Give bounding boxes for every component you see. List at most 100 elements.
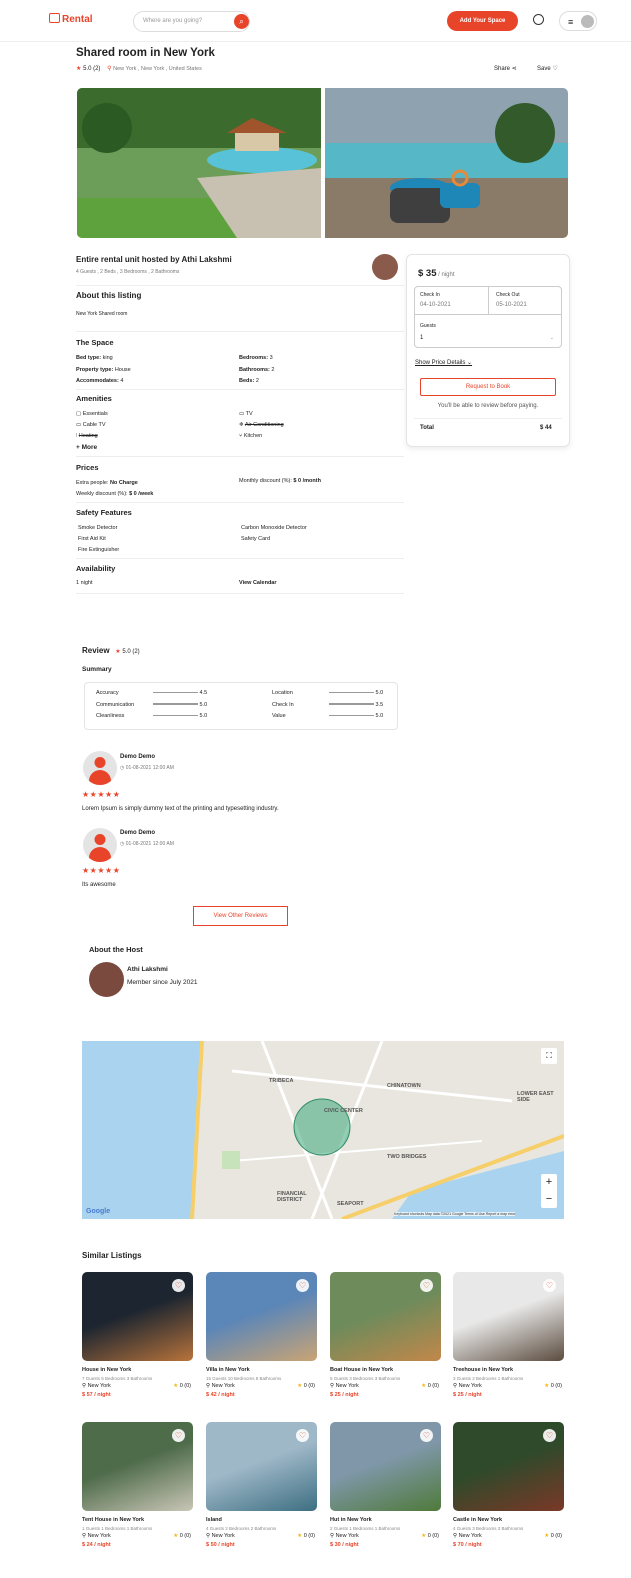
listing-image[interactable]: ♡	[82, 1272, 193, 1361]
host-line-title: Entire rental unit hosted by Athi Lakshm…	[76, 255, 232, 264]
divider	[76, 285, 404, 286]
view-other-reviews-button[interactable]: View Other Reviews	[193, 906, 288, 926]
listing-loc-row: ⚲ New York ★ 0 (0)	[82, 1533, 193, 1539]
summary-right: Location 5.0 Check In 3.5 Value 5.0	[272, 688, 392, 723]
chevron-down-icon: ⌄	[549, 335, 554, 341]
save-button[interactable]: Save ♡	[537, 65, 558, 72]
space-title: The Space	[76, 338, 114, 347]
listing-image[interactable]: ♡	[330, 1272, 441, 1361]
listing-card[interactable]: ♡ Villa in New York 15 Guests 10 Bedrooms …	[206, 1272, 317, 1412]
listing-location: New York	[335, 1383, 359, 1389]
review-text: Its awesome	[82, 882, 116, 888]
host-since: Member since July 2021	[127, 979, 198, 986]
zoom-in-button[interactable]: +	[541, 1174, 557, 1191]
listing-image[interactable]: ♡	[206, 1272, 317, 1361]
listing-price: $ 42 / night	[206, 1392, 235, 1398]
listing-location: New York , New York , United States	[113, 66, 202, 72]
user-menu-button[interactable]: ≡	[559, 11, 597, 31]
search-icon[interactable]: ⌕	[234, 14, 249, 29]
host-avatar[interactable]	[372, 254, 398, 280]
listing-photo-2[interactable]	[325, 88, 568, 238]
host-photo[interactable]	[89, 962, 124, 997]
divider	[76, 331, 404, 332]
guests-value: 1	[420, 335, 424, 341]
listing-card[interactable]: ♡ Castle in New York 4 Guests 3 Bedrooms 3…	[453, 1422, 564, 1562]
similar-listings-title: Similar Listings	[82, 1251, 142, 1260]
listing-name: House in New York	[82, 1367, 132, 1373]
checkout-field[interactable]: Check Out 05-10-2021	[496, 292, 527, 308]
heart-icon[interactable]: ♡	[420, 1429, 433, 1442]
divider	[76, 558, 404, 559]
space-row: Bed type: king	[76, 355, 113, 361]
snowflake-icon: ❄	[239, 422, 244, 428]
listing-card[interactable]: ♡ House in New York 7 Guests 5 Bedrooms 3 …	[82, 1272, 193, 1412]
share-button[interactable]: Share ⋖	[494, 65, 517, 72]
location-pin-icon: ⚲	[82, 1383, 87, 1389]
listing-image[interactable]: ♡	[206, 1422, 317, 1511]
more-amenities-button[interactable]: + More	[76, 442, 108, 453]
safety-item: Carbon Monoxide Detector	[241, 525, 307, 531]
space-row: Accommodates: 4	[76, 378, 124, 384]
listing-image[interactable]: ♡	[330, 1422, 441, 1511]
space-row: Bathrooms: 2	[239, 366, 275, 373]
checkin-field[interactable]: Check In 04-10-2021	[420, 292, 451, 308]
listing-location: New York	[335, 1533, 359, 1539]
listing-image[interactable]: ♡	[82, 1422, 193, 1511]
space-left: Bed type: king Property type: House Acco…	[76, 353, 131, 388]
logo[interactable]: Rental	[49, 13, 93, 25]
heart-icon[interactable]: ♡	[420, 1279, 433, 1292]
divider	[414, 418, 562, 419]
view-calendar-link[interactable]: View Calendar	[239, 580, 277, 586]
checkin-value: 04-10-2021	[420, 302, 451, 308]
star-icon: ★	[297, 1533, 303, 1539]
hamburger-icon: ≡	[568, 17, 574, 27]
listing-name: Boat House in New York	[330, 1367, 394, 1373]
listing-rating: ★ 0 (0)	[297, 1383, 315, 1389]
listing-location: New York	[211, 1383, 235, 1389]
availability-title: Availability	[76, 564, 116, 573]
star-icon: ★	[76, 66, 82, 72]
host-name: Athi Lakshmi	[127, 966, 168, 973]
request-to-book-button[interactable]: Request to Book	[420, 378, 556, 396]
listing-image[interactable]: ♡	[453, 1272, 564, 1361]
heart-icon[interactable]: ♡	[296, 1429, 309, 1442]
listing-name: Castle in New York	[453, 1517, 503, 1523]
zoom-out-button[interactable]: −	[541, 1191, 557, 1208]
listing-card[interactable]: ♡ Boat House in New York 5 Guests 3 Bedroo…	[330, 1272, 441, 1412]
summary-row: Location 5.0	[272, 690, 384, 696]
listing-card[interactable]: ♡ Tent House in New York 1 Guests 1 Bedroo…	[82, 1422, 193, 1562]
review-stars: ★★★★★	[82, 790, 121, 799]
listing-card[interactable]: ♡ Hut in New York 2 Guests 1 Bedrooms 1 Ba…	[330, 1422, 441, 1562]
amenities-left: ▢ Essentials ▭ Cable TV ⦙ Heating + More	[76, 409, 108, 453]
review-date: ◷ 01-08-2021 12:00 AM	[120, 841, 174, 847]
total-value: $ 44	[540, 425, 552, 431]
listing-rating: ★ 0 (0)	[297, 1533, 315, 1539]
chevron-down-icon: ⌄	[467, 360, 473, 366]
guests-select[interactable]: Guests 1 ⌄	[420, 323, 556, 341]
listing-image[interactable]: ♡	[453, 1422, 564, 1511]
listing-card[interactable]: ♡ Island 4 Guests 2 Bedrooms 2 Bathrooms ⚲ …	[206, 1422, 317, 1562]
show-price-details-link[interactable]: Show Price Details ⌄	[415, 359, 472, 366]
search-input[interactable]: Where are you going?	[133, 11, 250, 32]
heart-icon[interactable]: ♡	[172, 1279, 185, 1292]
location-pin-icon: ⚲	[206, 1383, 211, 1389]
listing-card[interactable]: ♡ Treehouse in New York 3 Guests 2 Bedroom…	[453, 1272, 564, 1412]
star-icon: ★	[421, 1383, 427, 1389]
heart-icon[interactable]: ♡	[543, 1429, 556, 1442]
fullscreen-icon[interactable]: ⛶	[541, 1048, 557, 1064]
location-map[interactable]: TRIBECA CHINATOWN CIVIC CENTER TWO BRIDG…	[82, 1041, 564, 1219]
listing-name: Hut in New York	[330, 1517, 372, 1523]
listing-price: $ 30 / night	[330, 1542, 359, 1548]
price-row: Extra people: No Charge	[76, 480, 138, 486]
safety-item: Smoke Detector	[78, 525, 118, 531]
globe-icon[interactable]	[533, 14, 544, 25]
listing-photo-1[interactable]	[77, 88, 321, 238]
heart-icon[interactable]: ♡	[296, 1279, 309, 1292]
add-your-space-button[interactable]: Add Your Space	[447, 11, 518, 31]
heart-icon[interactable]: ♡	[172, 1429, 185, 1442]
listing-location: New York	[458, 1383, 482, 1389]
listing-price: $ 25 / night	[453, 1392, 482, 1398]
map-label: LOWER EAST SIDE	[517, 1091, 554, 1103]
listing-meta: 3 Guests 2 Bedrooms 1 Bathrooms	[453, 1376, 524, 1381]
heart-icon[interactable]: ♡	[543, 1279, 556, 1292]
